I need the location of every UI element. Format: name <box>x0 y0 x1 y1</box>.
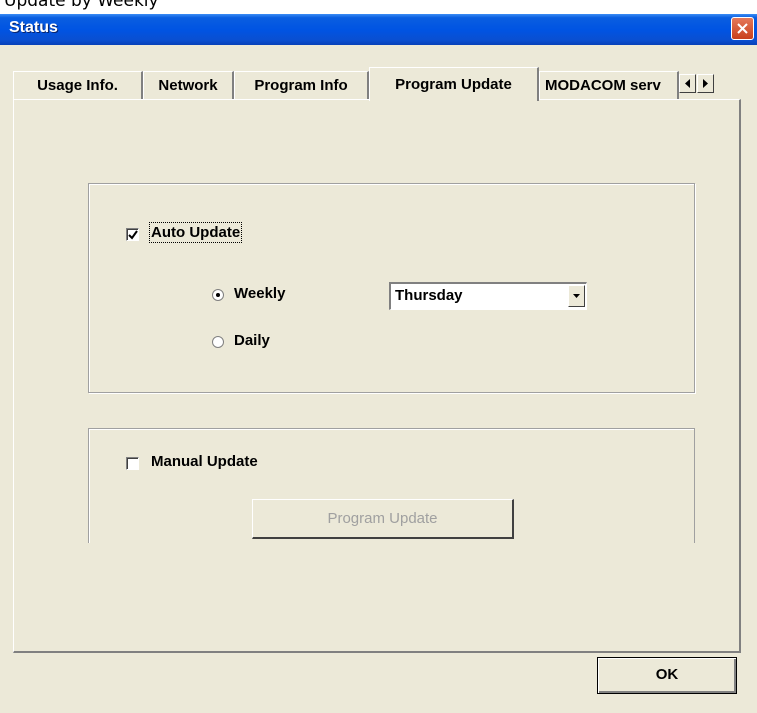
close-button[interactable] <box>731 17 754 40</box>
tab-strip: Usage Info. Network Program Info Program… <box>13 67 751 101</box>
program-update-button[interactable]: Program Update <box>252 499 514 539</box>
close-icon <box>737 23 748 34</box>
manual-update-label[interactable]: Manual Update <box>151 453 258 470</box>
auto-update-checkbox[interactable] <box>126 228 139 241</box>
day-select[interactable]: Thursday <box>389 282 587 310</box>
weekly-label[interactable]: Weekly <box>234 285 285 302</box>
day-select-dropdown-button[interactable] <box>568 285 585 307</box>
auto-update-label[interactable]: Auto Update <box>148 222 243 243</box>
dialog-client-area: Usage Info. Network Program Info Program… <box>4 45 753 709</box>
window-title: Status <box>9 19 58 36</box>
tab-program-update[interactable]: Program Update <box>369 67 539 101</box>
weekly-radio[interactable] <box>212 289 224 301</box>
tab-scroll-right-button[interactable] <box>697 74 714 93</box>
caption-strip: Update by Weekly <box>0 0 757 14</box>
tab-usage-info[interactable]: Usage Info. <box>13 71 143 99</box>
day-select-value: Thursday <box>395 287 463 304</box>
chevron-down-icon <box>573 294 580 298</box>
status-dialog: Status Usage Info. Network Program Info … <box>0 14 757 713</box>
ok-button[interactable]: OK <box>597 657 737 694</box>
arrow-left-icon <box>685 79 690 88</box>
caption-text: Update by Weekly <box>4 0 159 11</box>
radio-selected-dot <box>216 293 220 297</box>
tab-modacom-service[interactable]: MODACOM serv <box>539 71 679 99</box>
tab-network[interactable]: Network <box>143 71 234 99</box>
daily-radio[interactable] <box>212 336 224 348</box>
arrow-right-icon <box>703 79 708 88</box>
manual-update-group: Manual Update Program Update <box>88 428 695 543</box>
program-update-panel: Auto Update Weekly Thursday Daily Manual… <box>13 99 741 653</box>
manual-update-checkbox[interactable] <box>126 457 139 470</box>
title-bar[interactable]: Status <box>0 14 757 45</box>
check-icon <box>128 230 138 240</box>
tab-program-info[interactable]: Program Info <box>234 71 369 99</box>
tab-scroll-left-button[interactable] <box>679 74 696 93</box>
auto-update-group: Auto Update Weekly Thursday Daily <box>88 183 695 393</box>
daily-label[interactable]: Daily <box>234 332 270 349</box>
